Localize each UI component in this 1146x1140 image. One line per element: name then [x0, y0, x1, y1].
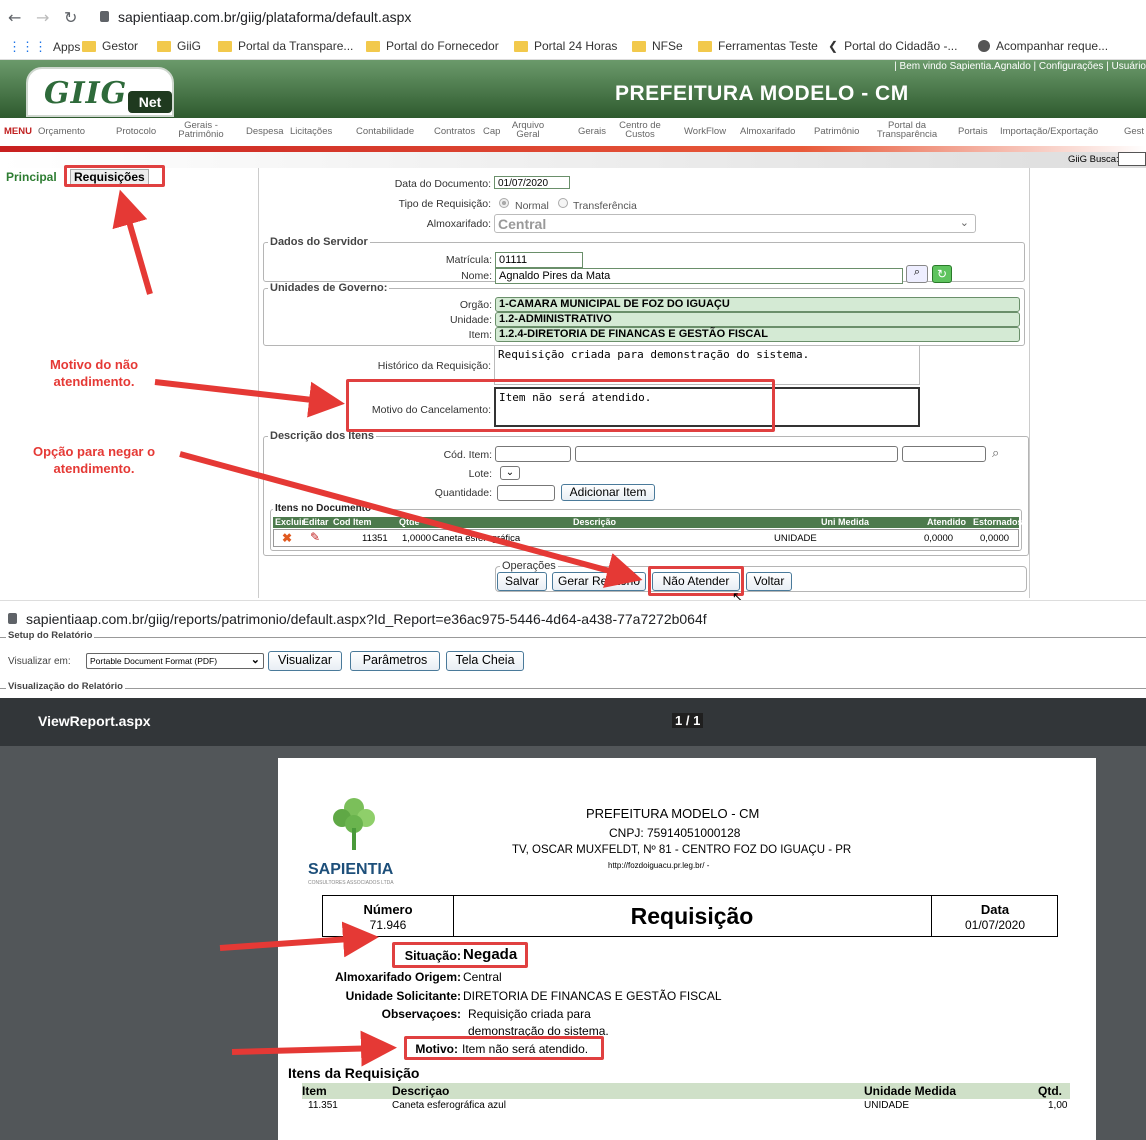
annotation-arrows [112, 189, 643, 588]
annotation-arrows-report [219, 921, 397, 1067]
arrow-motivo-report [231, 1030, 397, 1067]
arrow-tab [112, 189, 153, 295]
browser-window-report: sapientiaap.com.br/giig/reports/patrimon… [0, 600, 1146, 1140]
browser-window-platform: ← → ↻ sapientiaap.com.br/giig/plataforma… [0, 0, 1146, 600]
arrow-situacao [219, 921, 379, 958]
arrow-nao-atender [179, 451, 643, 588]
arrow-motivo [154, 379, 345, 418]
